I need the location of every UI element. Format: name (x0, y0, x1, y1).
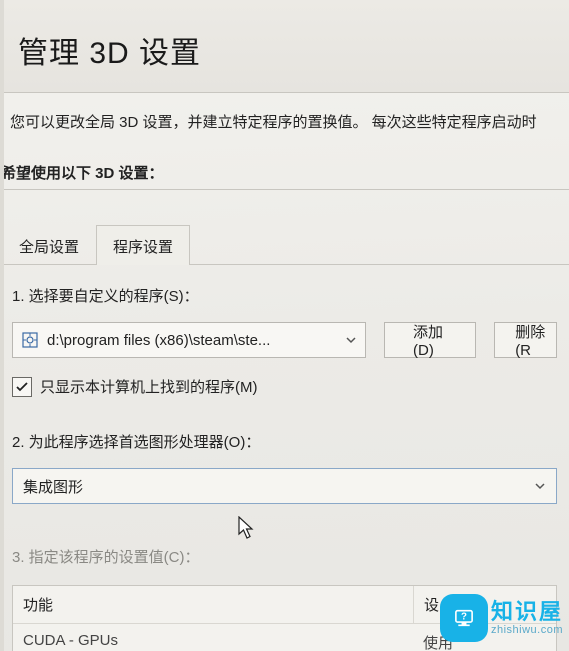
col-feature[interactable]: 功能 (13, 586, 414, 623)
gpu-select-value: 集成图形 (23, 476, 83, 497)
chevron-down-icon (345, 334, 357, 346)
chevron-down-icon (534, 480, 546, 492)
table-row[interactable]: CUDA - GPUs 使用 (13, 624, 556, 651)
remove-button[interactable]: 删除(R (494, 322, 557, 358)
only-show-local-checkbox[interactable] (12, 377, 32, 397)
program-select[interactable]: d:\program files (x86)\steam\ste... (12, 322, 366, 358)
tab-global-settings[interactable]: 全局设置 (2, 225, 96, 265)
step2-label: 2. 为此程序选择首选图形处理器(O)： (0, 401, 569, 460)
add-button[interactable]: 添加(D) (384, 322, 476, 358)
page-description: 您可以更改全局 3D 设置，并建立特定程序的置换值。 每次这些特定程序启动时 (0, 93, 569, 162)
step3-label: 3. 指定该程序的设置值(C)： (0, 504, 569, 575)
settings-table: 功能 设 CUDA - GPUs 使用 (12, 585, 557, 651)
page-title: 管理 3D 设置 (0, 0, 569, 93)
col-setting[interactable]: 设 (414, 586, 556, 623)
cell-setting: 使用 (413, 624, 556, 651)
step1-label: 1. 选择要自定义的程序(S)： (0, 265, 569, 314)
gpu-select[interactable]: 集成图形 (12, 468, 557, 504)
program-icon (21, 331, 39, 349)
tabs: 全局设置 程序设置 (2, 224, 569, 265)
only-show-local-label: 只显示本计算机上找到的程序(M) (40, 376, 258, 397)
cell-feature: CUDA - GPUs (13, 624, 413, 651)
section-subhead: 希望使用以下 3D 设置： (0, 162, 569, 190)
program-select-value: d:\program files (x86)\steam\ste... (47, 332, 270, 349)
tab-program-settings[interactable]: 程序设置 (96, 225, 190, 265)
